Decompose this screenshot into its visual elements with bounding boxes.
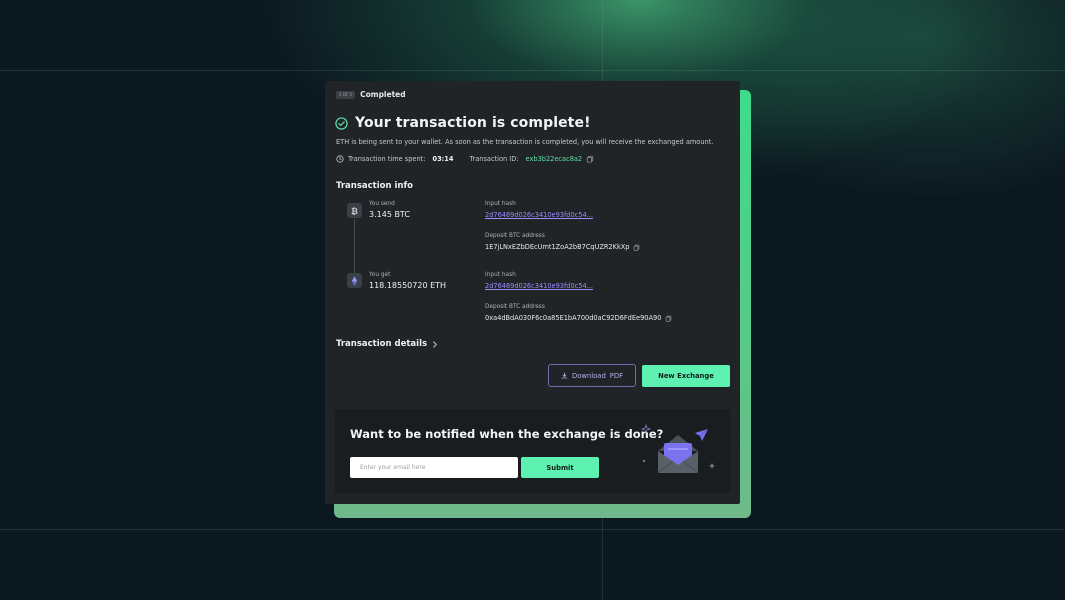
transaction-id-label: Transaction ID: [469,155,519,163]
send-label: You send [369,201,395,207]
copy-icon[interactable] [586,155,594,163]
send-address: 1E7jLNxEZbDEcUmt1ZoA2bB7CqUZR2KkXp [485,243,630,251]
email-input[interactable] [350,457,518,478]
download-suffix: PDF [609,371,624,380]
copy-icon[interactable] [633,244,640,251]
get-hash-link[interactable]: 2d76469d026c3410e93fd0c54... [485,282,593,290]
page-subtitle: ETH is being sent to your wallet. As soo… [336,138,714,146]
download-label: Download [571,371,606,380]
send-address-row: 1E7jLNxEZbDEcUmt1ZoA2bB7CqUZR2KkXp [485,243,640,251]
envelope-icon [640,423,715,474]
time-label: Transaction time spent: [348,155,426,163]
submit-button[interactable]: Submit [521,457,599,478]
step-indicator: 5 OF 5 Completed [336,90,406,99]
page-title: Your transaction is complete! [355,115,591,131]
grid-line [0,70,1065,71]
get-amount: 118.18550720 ETH [369,281,447,290]
transaction-info-title: Transaction info [336,181,414,191]
step-label: Completed [360,90,406,99]
step-badge: 5 OF 5 [336,90,356,99]
copy-icon[interactable] [665,315,672,322]
get-address-row: 0xa4dBdA030F6c0a85E1bA700d0aC92D6FdEe90A… [485,314,672,322]
bitcoin-icon: ₿ [347,203,362,218]
svg-text:₿: ₿ [351,206,358,216]
send-amount: 3.145 BTC [369,210,410,219]
send-address-label: Deposit BTC address [485,233,545,239]
notify-panel: Want to be notified when the exchange is… [335,409,730,493]
get-label: You get [369,272,391,278]
transaction-details-label: Transaction details [336,339,428,349]
title-row: Your transaction is complete! [335,115,591,131]
new-exchange-button[interactable]: New Exchange [642,365,730,387]
download-icon [561,372,568,379]
time-value: 03:14 [432,155,454,163]
transaction-meta: Transaction time spent: 03:14 Transactio… [336,155,594,163]
get-address: 0xa4dBdA030F6c0a85E1bA700d0aC92D6FdEe90A… [485,314,662,322]
timeline-line [354,219,355,273]
transaction-id-value[interactable]: exb3b22ecac8a2 [526,155,583,163]
transaction-card: 5 OF 5 Completed Your transaction is com… [325,81,740,504]
ethereum-icon [347,273,362,288]
chevron-right-icon [433,340,437,348]
grid-line [0,529,1065,530]
send-hash-link[interactable]: 2d76469d026c3410e93fd0c54... [485,211,593,219]
notify-title: Want to be notified when the exchange is… [350,427,664,441]
get-address-label: Deposit BTC address [485,304,545,310]
clock-icon [336,155,344,163]
send-hash-label: Input hash [485,201,516,207]
download-pdf-button[interactable]: Download PDF [548,364,636,387]
get-hash-label: Input hash [485,272,516,278]
transaction-details-toggle[interactable]: Transaction details [336,339,438,349]
check-circle-icon [335,116,348,130]
